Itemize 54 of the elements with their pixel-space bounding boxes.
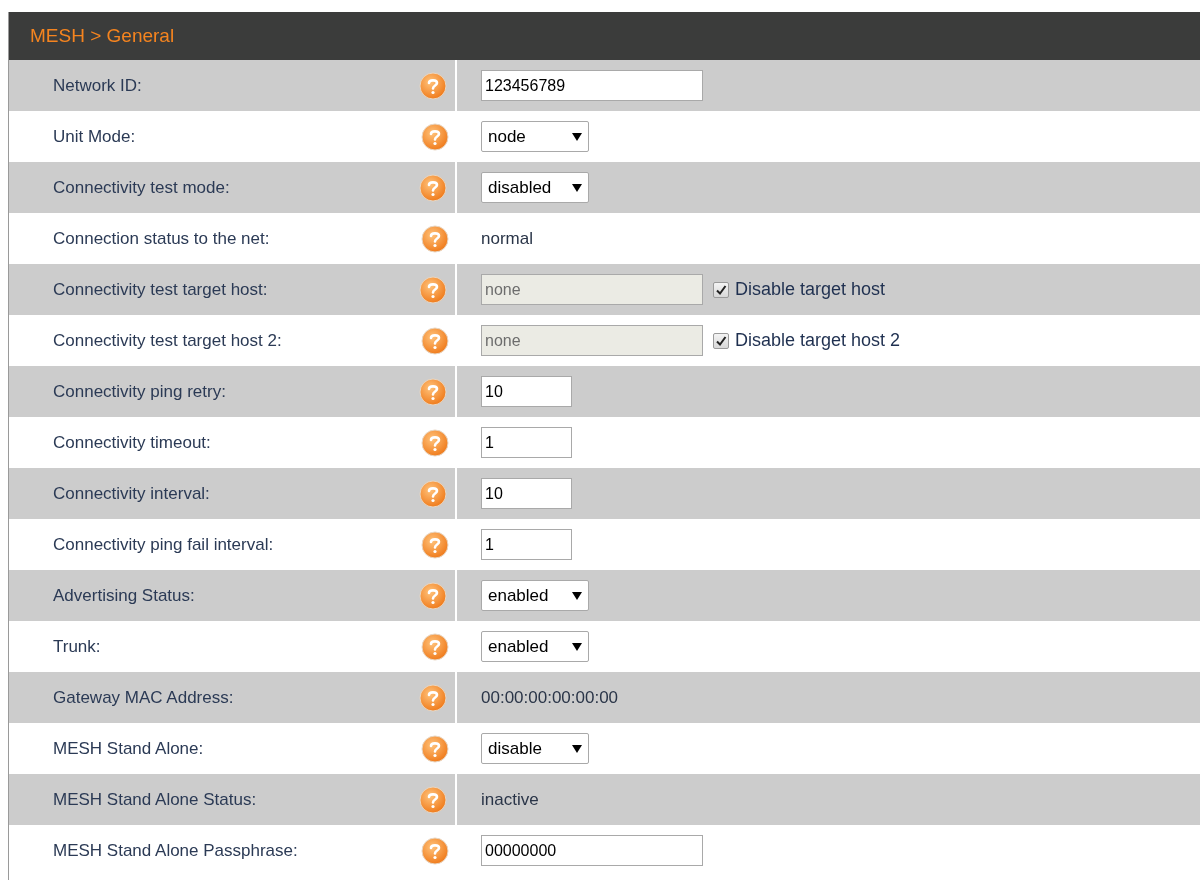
page-title: MESH > General bbox=[30, 23, 175, 48]
dropdown[interactable]: node bbox=[481, 121, 589, 152]
dropdown[interactable]: enabled bbox=[481, 631, 589, 662]
help-icon[interactable] bbox=[421, 734, 449, 763]
checkbox-label: Disable target host 2 bbox=[735, 329, 901, 352]
help-icon[interactable] bbox=[419, 377, 447, 406]
field-label: Connectivity timeout: bbox=[53, 431, 211, 454]
status-text: inactive bbox=[481, 788, 539, 811]
field-label: MESH Stand Alone Status: bbox=[53, 788, 257, 811]
help-icon[interactable] bbox=[421, 632, 449, 661]
help-icon[interactable] bbox=[421, 530, 449, 559]
text-field[interactable]: 1 bbox=[481, 427, 572, 458]
field-label: Gateway MAC Address: bbox=[53, 686, 234, 709]
field-label: Connectivity test mode: bbox=[53, 176, 230, 199]
text-field[interactable]: 00000000 bbox=[481, 835, 703, 866]
caret-icon bbox=[572, 183, 582, 192]
field-label: Trunk: bbox=[53, 635, 101, 658]
help-icon[interactable] bbox=[419, 71, 447, 100]
help-icon[interactable] bbox=[419, 683, 447, 712]
field-label: MESH Stand Alone: bbox=[53, 737, 204, 760]
help-icon[interactable] bbox=[419, 173, 447, 202]
caret-icon bbox=[572, 744, 582, 753]
help-icon[interactable] bbox=[421, 224, 449, 253]
field-label: Unit Mode: bbox=[53, 125, 136, 148]
text-field[interactable]: 1 bbox=[481, 529, 572, 560]
help-icon[interactable] bbox=[419, 581, 447, 610]
text-field[interactable]: 10 bbox=[481, 478, 572, 509]
field-label: Connection status to the net: bbox=[53, 227, 270, 250]
field-label: Connectivity ping fail interval: bbox=[53, 533, 274, 556]
help-icon[interactable] bbox=[421, 836, 449, 865]
help-icon[interactable] bbox=[421, 122, 449, 151]
field-label: Network ID: bbox=[53, 74, 142, 97]
field-label: Connectivity test target host 2: bbox=[53, 329, 282, 352]
field-label: Advertising Status: bbox=[53, 584, 195, 607]
caret-icon bbox=[572, 591, 582, 600]
help-icon[interactable] bbox=[421, 428, 449, 457]
text-field[interactable]: 10 bbox=[481, 376, 572, 407]
status-text: 00:00:00:00:00:00 bbox=[481, 686, 619, 709]
dropdown[interactable]: enabled bbox=[481, 580, 589, 611]
caret-icon bbox=[572, 132, 582, 141]
help-icon[interactable] bbox=[419, 275, 447, 304]
field-label: MESH Stand Alone Passphrase: bbox=[53, 839, 298, 862]
status-text: normal bbox=[481, 227, 533, 250]
field-label: Connectivity ping retry: bbox=[53, 380, 226, 403]
help-icon[interactable] bbox=[421, 326, 449, 355]
help-icon[interactable] bbox=[419, 785, 447, 814]
field-label: Connectivity test target host: bbox=[53, 278, 268, 301]
dropdown[interactable]: disabled bbox=[481, 172, 589, 203]
caret-icon bbox=[572, 642, 582, 651]
checkbox-label: Disable target host bbox=[735, 278, 886, 301]
help-icon[interactable] bbox=[419, 479, 447, 508]
text-field[interactable]: 123456789 bbox=[481, 70, 703, 101]
dropdown[interactable]: disable bbox=[481, 733, 589, 764]
field-label: Connectivity interval: bbox=[53, 482, 210, 505]
